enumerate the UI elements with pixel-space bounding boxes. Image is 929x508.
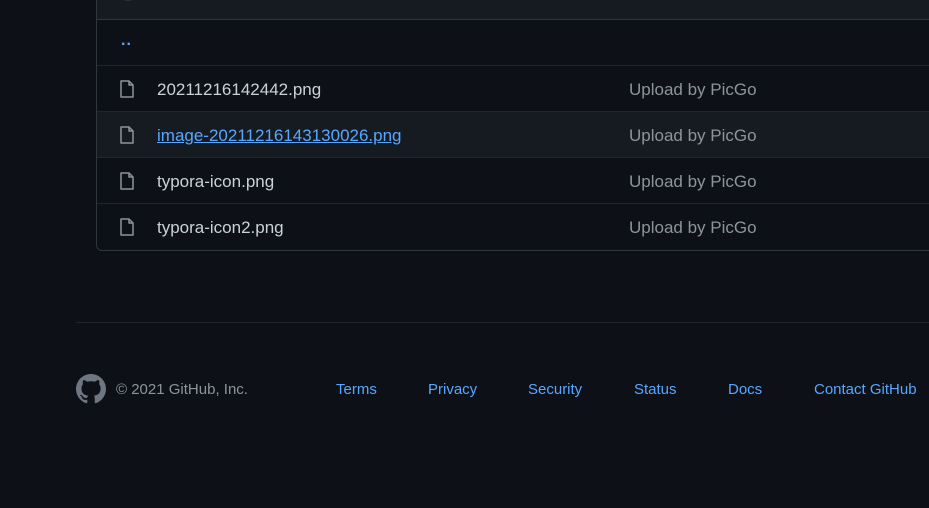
- file-icon: [120, 218, 134, 236]
- copyright-text: © 2021 GitHub, Inc.: [116, 381, 248, 398]
- footer-link-docs[interactable]: Docs: [728, 381, 762, 398]
- footer-divider: [76, 322, 929, 323]
- parent-directory-link[interactable]: ..: [121, 32, 132, 50]
- file-list: .. 20211216142442.png Upload by PicGo im…: [96, 0, 929, 251]
- file-row[interactable]: typora-icon.png Upload by PicGo: [97, 158, 929, 204]
- file-icon: [120, 80, 134, 98]
- file-row[interactable]: typora-icon2.png Upload by PicGo: [97, 204, 929, 250]
- file-icon: [120, 126, 134, 144]
- page: .. 20211216142442.png Upload by PicGo im…: [0, 0, 929, 508]
- commit-message-link[interactable]: Upload by PicGo: [629, 172, 757, 192]
- file-name-link[interactable]: typora-icon.png: [157, 172, 274, 192]
- parent-directory-row[interactable]: ..: [97, 20, 929, 66]
- file-name-link[interactable]: image-20211216143130026.png: [157, 126, 402, 146]
- github-logo-icon[interactable]: [76, 374, 106, 404]
- commit-message-link[interactable]: Upload by PicGo: [629, 218, 757, 238]
- file-name-link[interactable]: 20211216142442.png: [157, 80, 321, 100]
- commit-message-link[interactable]: Upload by PicGo: [629, 80, 757, 100]
- footer-link-privacy[interactable]: Privacy: [428, 381, 477, 398]
- footer-link-security[interactable]: Security: [528, 381, 582, 398]
- footer-link-status[interactable]: Status: [634, 381, 677, 398]
- file-row[interactable]: 20211216142442.png Upload by PicGo: [97, 66, 929, 112]
- footer-link-terms[interactable]: Terms: [336, 381, 377, 398]
- footer-link-contact-github[interactable]: Contact GitHub: [814, 381, 917, 398]
- file-icon: [120, 172, 134, 190]
- latest-commit-bar: [97, 0, 929, 20]
- avatar: [118, 0, 138, 1]
- file-row[interactable]: image-20211216143130026.png Upload by Pi…: [97, 112, 929, 158]
- file-name-link[interactable]: typora-icon2.png: [157, 218, 284, 238]
- commit-message-link[interactable]: Upload by PicGo: [629, 126, 757, 146]
